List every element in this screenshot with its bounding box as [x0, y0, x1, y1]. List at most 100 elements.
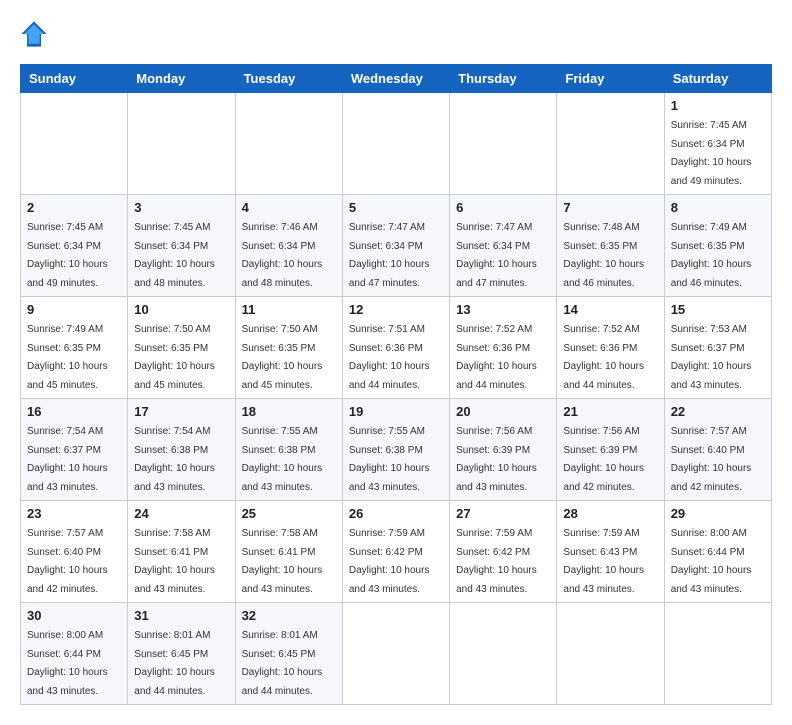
calendar-day — [450, 603, 557, 705]
calendar-day: 17 Sunrise: 7:54 AMSunset: 6:38 PMDayligh… — [128, 399, 235, 501]
empty-cell — [557, 93, 664, 195]
day-info: Sunrise: 7:46 AMSunset: 6:34 PMDaylight:… — [242, 222, 323, 289]
day-info: Sunrise: 7:59 AMSunset: 6:42 PMDaylight:… — [456, 528, 537, 595]
calendar-day: 2Sunrise: 7:45 AMSunset: 6:34 PMDaylight… — [21, 195, 128, 297]
day-number: 25 — [242, 506, 336, 521]
day-number: 26 — [349, 506, 443, 521]
calendar-day — [664, 603, 771, 705]
day-info: Sunrise: 7:47 AMSunset: 6:34 PMDaylight:… — [349, 222, 430, 289]
calendar-day: 9Sunrise: 7:49 AMSunset: 6:35 PMDaylight… — [21, 297, 128, 399]
calendar-day: 5Sunrise: 7:47 AMSunset: 6:34 PMDaylight… — [342, 195, 449, 297]
day-number: 6 — [456, 200, 550, 215]
day-info: Sunrise: 7:52 AMSunset: 6:36 PMDaylight:… — [456, 324, 537, 391]
day-number: 24 — [134, 506, 228, 521]
day-info: Sunrise: 7:49 AMSunset: 6:35 PMDaylight:… — [671, 222, 752, 289]
day-number: 1 — [671, 98, 765, 113]
calendar-day: 26 Sunrise: 7:59 AMSunset: 6:42 PMDayligh… — [342, 501, 449, 603]
day-number: 31 — [134, 608, 228, 623]
day-info: Sunrise: 8:01 AMSunset: 6:45 PMDaylight:… — [242, 630, 323, 697]
day-info: Sunrise: 7:59 AMSunset: 6:42 PMDaylight:… — [349, 528, 430, 595]
day-number: 16 — [27, 404, 121, 419]
day-number: 15 — [671, 302, 765, 317]
calendar-day: 28Sunrise: 7:59 AMSunset: 6:43 PMDayligh… — [557, 501, 664, 603]
calendar-day: 3 Sunrise: 7:45 AMSunset: 6:34 PMDaylight… — [128, 195, 235, 297]
calendar-day: 22 Sunrise: 7:57 AMSunset: 6:40 PMDayligh… — [664, 399, 771, 501]
day-info: Sunrise: 7:56 AMSunset: 6:39 PMDaylight:… — [563, 426, 644, 493]
calendar-day: 31 Sunrise: 8:01 AMSunset: 6:45 PMDayligh… — [128, 603, 235, 705]
calendar-table: SundayMondayTuesdayWednesdayThursdayFrid… — [20, 64, 772, 705]
calendar-day: 15 Sunrise: 7:53 AMSunset: 6:37 PMDayligh… — [664, 297, 771, 399]
day-info: Sunrise: 7:58 AMSunset: 6:41 PMDaylight:… — [242, 528, 323, 595]
calendar-day: 6 Sunrise: 7:47 AMSunset: 6:34 PMDaylight… — [450, 195, 557, 297]
day-number: 12 — [349, 302, 443, 317]
day-number: 4 — [242, 200, 336, 215]
day-info: Sunrise: 7:56 AMSunset: 6:39 PMDaylight:… — [456, 426, 537, 493]
day-info: Sunrise: 7:57 AMSunset: 6:40 PMDaylight:… — [27, 528, 108, 595]
calendar-day: 32 Sunrise: 8:01 AMSunset: 6:45 PMDayligh… — [235, 603, 342, 705]
empty-cell — [235, 93, 342, 195]
day-info: Sunrise: 7:52 AMSunset: 6:36 PMDaylight:… — [563, 324, 644, 391]
calendar-day: 16 Sunrise: 7:54 AMSunset: 6:37 PMDayligh… — [21, 399, 128, 501]
day-number: 7 — [563, 200, 657, 215]
logo — [20, 20, 52, 48]
calendar-week-5: 23 Sunrise: 7:57 AMSunset: 6:40 PMDayligh… — [21, 501, 772, 603]
day-info: Sunrise: 7:54 AMSunset: 6:38 PMDaylight:… — [134, 426, 215, 493]
day-header-tuesday: Tuesday — [235, 65, 342, 93]
day-info: Sunrise: 7:50 AMSunset: 6:35 PMDaylight:… — [242, 324, 323, 391]
day-header-monday: Monday — [128, 65, 235, 93]
calendar-day: 1 Sunrise: 7:45 AMSunset: 6:34 PMDaylight… — [664, 93, 771, 195]
calendar-day: 10 Sunrise: 7:50 AMSunset: 6:35 PMDayligh… — [128, 297, 235, 399]
day-info: Sunrise: 8:01 AMSunset: 6:45 PMDaylight:… — [134, 630, 215, 697]
day-info: Sunrise: 7:53 AMSunset: 6:37 PMDaylight:… — [671, 324, 752, 391]
day-info: Sunrise: 7:58 AMSunset: 6:41 PMDaylight:… — [134, 528, 215, 595]
calendar-week-1: 1 Sunrise: 7:45 AMSunset: 6:34 PMDaylight… — [21, 93, 772, 195]
calendar-day: 20 Sunrise: 7:56 AMSunset: 6:39 PMDayligh… — [450, 399, 557, 501]
day-info: Sunrise: 8:00 AMSunset: 6:44 PMDaylight:… — [671, 528, 752, 595]
day-info: Sunrise: 7:45 AMSunset: 6:34 PMDaylight:… — [671, 120, 752, 187]
calendar-header-row: SundayMondayTuesdayWednesdayThursdayFrid… — [21, 65, 772, 93]
day-number: 10 — [134, 302, 228, 317]
day-number: 32 — [242, 608, 336, 623]
day-number: 19 — [349, 404, 443, 419]
day-number: 30 — [27, 608, 121, 623]
calendar-day: 4 Sunrise: 7:46 AMSunset: 6:34 PMDaylight… — [235, 195, 342, 297]
day-info: Sunrise: 7:45 AMSunset: 6:34 PMDaylight:… — [134, 222, 215, 289]
day-header-sunday: Sunday — [21, 65, 128, 93]
calendar-day: 30Sunrise: 8:00 AMSunset: 6:44 PMDayligh… — [21, 603, 128, 705]
day-info: Sunrise: 7:50 AMSunset: 6:35 PMDaylight:… — [134, 324, 215, 391]
day-info: Sunrise: 7:55 AMSunset: 6:38 PMDaylight:… — [349, 426, 430, 493]
calendar-day: 21Sunrise: 7:56 AMSunset: 6:39 PMDayligh… — [557, 399, 664, 501]
day-number: 29 — [671, 506, 765, 521]
day-info: Sunrise: 7:49 AMSunset: 6:35 PMDaylight:… — [27, 324, 108, 391]
day-number: 3 — [134, 200, 228, 215]
day-number: 17 — [134, 404, 228, 419]
calendar-week-2: 2Sunrise: 7:45 AMSunset: 6:34 PMDaylight… — [21, 195, 772, 297]
calendar-day: 8 Sunrise: 7:49 AMSunset: 6:35 PMDaylight… — [664, 195, 771, 297]
day-number: 20 — [456, 404, 550, 419]
day-info: Sunrise: 7:47 AMSunset: 6:34 PMDaylight:… — [456, 222, 537, 289]
day-header-saturday: Saturday — [664, 65, 771, 93]
day-info: Sunrise: 7:51 AMSunset: 6:36 PMDaylight:… — [349, 324, 430, 391]
empty-cell — [21, 93, 128, 195]
empty-cell — [342, 93, 449, 195]
day-info: Sunrise: 7:54 AMSunset: 6:37 PMDaylight:… — [27, 426, 108, 493]
day-info: Sunrise: 7:55 AMSunset: 6:38 PMDaylight:… — [242, 426, 323, 493]
day-info: Sunrise: 7:57 AMSunset: 6:40 PMDaylight:… — [671, 426, 752, 493]
day-number: 8 — [671, 200, 765, 215]
calendar-day: 12 Sunrise: 7:51 AMSunset: 6:36 PMDayligh… — [342, 297, 449, 399]
day-number: 14 — [563, 302, 657, 317]
day-info: Sunrise: 7:45 AMSunset: 6:34 PMDaylight:… — [27, 222, 108, 289]
calendar-day: 23 Sunrise: 7:57 AMSunset: 6:40 PMDayligh… — [21, 501, 128, 603]
day-header-wednesday: Wednesday — [342, 65, 449, 93]
day-number: 22 — [671, 404, 765, 419]
calendar-day — [342, 603, 449, 705]
calendar-day: 11 Sunrise: 7:50 AMSunset: 6:35 PMDayligh… — [235, 297, 342, 399]
day-number: 23 — [27, 506, 121, 521]
day-number: 11 — [242, 302, 336, 317]
day-header-friday: Friday — [557, 65, 664, 93]
day-info: Sunrise: 7:59 AMSunset: 6:43 PMDaylight:… — [563, 528, 644, 595]
calendar-day: 7Sunrise: 7:48 AMSunset: 6:35 PMDaylight… — [557, 195, 664, 297]
calendar-day: 29 Sunrise: 8:00 AMSunset: 6:44 PMDayligh… — [664, 501, 771, 603]
logo-icon — [20, 20, 48, 48]
calendar-week-6: 30Sunrise: 8:00 AMSunset: 6:44 PMDayligh… — [21, 603, 772, 705]
